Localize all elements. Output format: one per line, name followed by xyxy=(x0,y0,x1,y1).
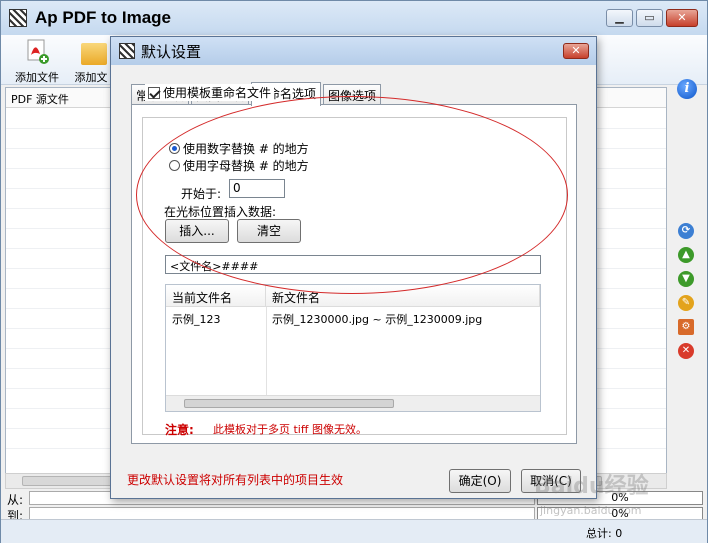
pdf-add-icon xyxy=(27,39,49,64)
info-icon[interactable]: i xyxy=(677,79,697,99)
add-folder-label: 添加文 xyxy=(74,71,108,84)
refresh-icon[interactable]: ⟳ xyxy=(678,223,694,239)
note-text: 此模板对于多页 tiff 图像无效。 xyxy=(213,423,367,436)
total-count: 总计: 0 xyxy=(586,527,623,540)
template-input[interactable]: <文件名>#### xyxy=(165,255,541,274)
dialog-title-bar: 默认设置 ✕ xyxy=(111,37,596,65)
insert-label: 在光标位置插入数据: xyxy=(164,205,277,219)
dialog-title: 默认设置 xyxy=(141,43,202,61)
add-file-button[interactable]: 添加文件 xyxy=(7,37,67,84)
add-folder-button[interactable]: 添加文 xyxy=(67,37,115,84)
move-up-icon[interactable]: ▲ xyxy=(678,247,694,263)
header-current-name: 当前文件名 xyxy=(166,285,266,307)
add-file-label: 添加文件 xyxy=(15,71,59,84)
radio-icon xyxy=(169,143,180,154)
footer-note: 更改默认设置将对所有列表中的项目生效 xyxy=(127,473,344,487)
tab-image[interactable]: 图像选项 xyxy=(323,84,382,104)
minimize-button[interactable]: ▁ xyxy=(606,9,633,27)
radio-use-letter[interactable]: 使用字母替换 # 的地方 xyxy=(169,157,309,174)
use-template-checkbox[interactable]: 使用模板重命名文件 xyxy=(145,84,275,101)
note-label: 注意: xyxy=(165,423,194,437)
app-icon xyxy=(9,9,27,27)
insert-button[interactable]: 插入... xyxy=(165,219,229,243)
radio-use-number[interactable]: 使用数字替换 # 的地方 xyxy=(169,140,309,157)
clear-button[interactable]: 清空 xyxy=(237,219,301,243)
maximize-button[interactable]: ▭ xyxy=(636,9,663,27)
folder-icon xyxy=(81,43,107,65)
preview-table: 当前文件名 新文件名 示例_123 示例_1230000.jpg ~ 示例_12… xyxy=(165,284,541,412)
remove-icon[interactable]: ✕ xyxy=(678,343,694,359)
edit-icon[interactable]: ✎ xyxy=(678,295,694,311)
table-scroll-thumb[interactable] xyxy=(184,399,394,408)
start-label: 开始于: xyxy=(181,187,222,201)
table-hscrollbar[interactable] xyxy=(166,395,540,411)
dialog-close-button[interactable]: ✕ xyxy=(563,43,589,59)
app-title: Ap PDF to Image xyxy=(35,8,172,27)
radio-icon xyxy=(169,160,180,171)
ok-button[interactable]: 确定(O) xyxy=(449,469,511,493)
table-row-current: 示例_123 xyxy=(172,313,221,326)
start-input[interactable]: 0 xyxy=(229,179,285,198)
watermark: Baidu经验 xyxy=(534,474,649,499)
checkbox-icon xyxy=(148,87,160,99)
radio-number-label: 使用数字替换 # 的地方 xyxy=(183,142,309,156)
use-template-label: 使用模板重命名文件 xyxy=(163,86,272,100)
dialog-app-icon xyxy=(119,43,135,59)
settings-dialog: 默认设置 ✕ 常规选项 页面选项 重命名选项 图像选项 使用模板重命名文件 使用… xyxy=(110,36,597,499)
status-bar: 总计: 0 xyxy=(1,519,707,543)
table-row-new: 示例_1230000.jpg ~ 示例_1230009.jpg xyxy=(272,313,483,326)
main-title-bar: Ap PDF to Image ▁ ▭ ✕ xyxy=(1,1,707,35)
close-button[interactable]: ✕ xyxy=(666,9,698,27)
from-label: 从: xyxy=(7,493,24,507)
header-new-name: 新文件名 xyxy=(266,285,540,307)
move-down-icon[interactable]: ▼ xyxy=(678,271,694,287)
settings-icon[interactable]: ⚙ xyxy=(678,319,694,335)
watermark-url: jingyan.baidu.com xyxy=(540,504,642,517)
radio-letter-label: 使用字母替换 # 的地方 xyxy=(183,159,309,173)
